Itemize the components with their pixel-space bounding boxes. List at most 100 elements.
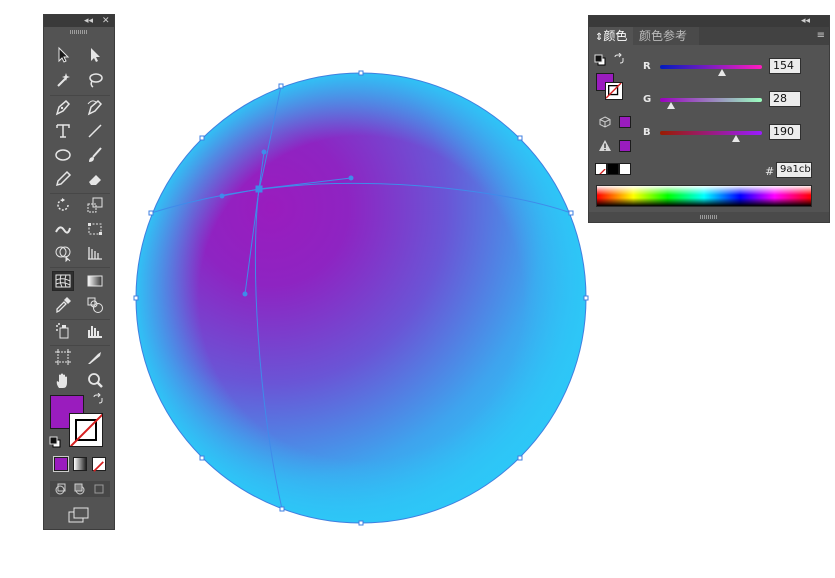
magic-wand-tool[interactable] [52, 70, 74, 90]
color-panel-titlebar[interactable]: ◂◂ [589, 16, 829, 27]
magic-wand-icon [57, 73, 70, 87]
pencil-tool[interactable] [52, 169, 74, 189]
slider-thumb-g[interactable] [667, 102, 676, 109]
scale-tool[interactable] [84, 195, 106, 215]
panel-menu-icon[interactable]: ≡ [817, 30, 825, 41]
tools-panel: ◂◂ ✕ [43, 14, 115, 530]
mesh-anchor-points[interactable] [133, 70, 589, 526]
zoom-tool[interactable] [84, 371, 106, 391]
mesh-circle[interactable] [135, 72, 587, 524]
shape-builder-tool[interactable] [52, 243, 74, 263]
stroke-color-swatch[interactable] [69, 413, 103, 447]
mesh-tool[interactable] [52, 271, 74, 291]
swap-fill-stroke-icon[interactable] [92, 393, 104, 405]
hex-input[interactable]: 9a1cb [776, 162, 812, 178]
rotate-tool[interactable] [52, 195, 74, 215]
color-mode-button[interactable] [53, 456, 69, 472]
panel-grip[interactable] [700, 215, 718, 219]
slider-label-b: B [643, 127, 651, 138]
web-safe-color-swatch[interactable] [619, 116, 631, 128]
default-colors-icon[interactable] [594, 54, 606, 66]
direct-selection-tool[interactable] [84, 45, 106, 65]
hand-tool[interactable] [52, 371, 74, 391]
mesh-handles[interactable] [219, 149, 354, 297]
tab-color-guide[interactable]: 颜色参考 [633, 27, 699, 45]
ellipse-tool[interactable] [52, 145, 74, 165]
line-segment-icon [88, 124, 102, 138]
color-panel-tabs: ⇕颜色 颜色参考 ≡ [589, 27, 829, 45]
perspective-grid-icon [88, 247, 102, 260]
slider-thumb-b[interactable] [731, 135, 740, 142]
pen-tool[interactable] [52, 97, 74, 117]
color-panel-footer [589, 212, 829, 222]
panel-stroke-swatch[interactable] [605, 82, 623, 100]
out-of-web-gamut-cube-icon[interactable] [599, 116, 611, 128]
slider-value-g[interactable]: 28 [769, 91, 801, 107]
out-of-gamut-warning-icon[interactable] [598, 139, 612, 152]
hand-icon [56, 373, 67, 388]
lasso-tool[interactable] [84, 70, 106, 90]
slice-knife-icon [88, 352, 101, 364]
none-slash-icon [599, 168, 606, 174]
tab-color[interactable]: ⇕颜色 [589, 27, 639, 45]
tab-color-label: 颜色 [603, 29, 628, 43]
color-spectrum-bar[interactable] [596, 185, 812, 207]
zoom-magnifier-icon [88, 373, 103, 388]
slider-track-r[interactable] [660, 65, 762, 69]
panel-grip[interactable] [70, 30, 88, 34]
drawing-modes-row [50, 481, 110, 497]
blend-icon [87, 297, 103, 313]
tab-color-guide-label: 颜色参考 [639, 29, 688, 43]
draw-modes-icons[interactable] [50, 481, 110, 497]
tools-titlebar[interactable]: ◂◂ ✕ [44, 15, 114, 27]
slider-thumb-r[interactable] [717, 69, 726, 76]
blend-tool[interactable] [84, 295, 106, 315]
slider-value-b[interactable]: 190 [769, 124, 801, 140]
default-fill-stroke-icon[interactable] [49, 436, 61, 448]
gradient-icon [87, 275, 103, 287]
width-tool[interactable] [52, 219, 74, 239]
curvature-pen-tool[interactable] [84, 97, 106, 117]
swap-colors-icon[interactable] [613, 53, 625, 65]
type-t-icon [56, 124, 70, 138]
gradient-mode-button[interactable] [73, 457, 87, 471]
direct-selection-arrow-icon [91, 48, 100, 62]
gamut-color-swatch[interactable] [619, 140, 631, 152]
slider-label-r: R [643, 61, 651, 72]
paintbrush-tool[interactable] [84, 145, 106, 165]
mesh-lines [150, 85, 572, 510]
lasso-icon [89, 73, 103, 88]
slice-tool[interactable] [84, 347, 106, 367]
rotate-icon [57, 198, 69, 211]
free-transform-icon [88, 223, 102, 235]
screen-mode-icon[interactable] [66, 506, 92, 524]
symbol-sprayer-tool[interactable] [52, 321, 74, 341]
type-tool[interactable] [52, 121, 74, 141]
line-segment-tool[interactable] [84, 121, 106, 141]
scale-icon [87, 197, 103, 213]
slider-label-g: G [643, 94, 652, 105]
slider-track-b[interactable] [660, 131, 762, 135]
none-mode-button[interactable] [92, 457, 106, 472]
eyedropper-tool[interactable] [52, 295, 74, 315]
column-graph-tool[interactable] [84, 321, 106, 341]
slider-track-g[interactable] [660, 98, 762, 102]
perspective-grid-tool[interactable] [84, 243, 106, 263]
gradient-tool[interactable] [84, 271, 106, 291]
slider-value-r[interactable]: 154 [769, 58, 801, 74]
hex-label: # [765, 165, 775, 178]
selection-tool[interactable] [52, 45, 74, 65]
column-graph-icon [88, 326, 102, 338]
eraser-tool[interactable] [84, 169, 106, 189]
black-swatch[interactable] [607, 163, 619, 175]
artboard-tool[interactable] [52, 347, 74, 367]
curvature-pen-icon [87, 99, 103, 116]
eraser-icon [89, 175, 101, 185]
collapse-icon[interactable]: ◂◂ [801, 16, 810, 27]
none-swatch[interactable] [595, 163, 607, 175]
close-icon[interactable]: ✕ [102, 15, 110, 27]
collapse-icon[interactable]: ◂◂ [84, 15, 93, 27]
white-swatch[interactable] [619, 163, 631, 175]
free-transform-tool[interactable] [84, 219, 106, 239]
paintbrush-icon [89, 147, 102, 162]
